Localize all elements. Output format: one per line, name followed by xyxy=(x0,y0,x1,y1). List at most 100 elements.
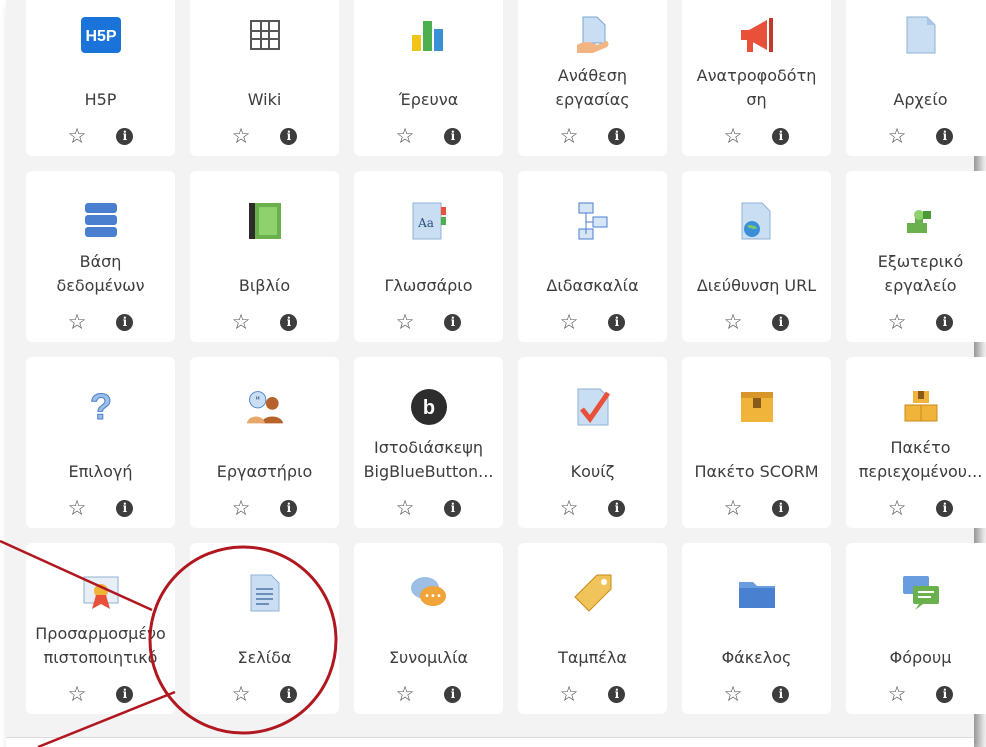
activity-tile[interactable]: Αρχείο ☆ i xyxy=(846,0,986,156)
star-icon[interactable]: ☆ xyxy=(560,125,579,147)
activity-tile[interactable]: Διδασκαλία ☆ i xyxy=(518,171,667,342)
info-icon[interactable]: i xyxy=(444,127,462,145)
activity-tile[interactable]: Φάκελος ☆ i xyxy=(682,543,831,714)
activity-label: H5P xyxy=(84,90,117,109)
activity-label: Έρευνα xyxy=(398,90,459,109)
tile-actions: ☆ i xyxy=(190,496,339,520)
info-icon[interactable]: i xyxy=(444,313,462,331)
activity-tile[interactable]: Έρευνα ☆ i xyxy=(354,0,503,156)
activity-tile[interactable]: Εξωτερικό εργαλείο ☆ i xyxy=(846,171,986,342)
glossary-icon: Aa xyxy=(409,201,449,241)
activity-label: Εξωτερικό εργαλείο xyxy=(877,252,964,295)
info-icon[interactable]: i xyxy=(116,499,134,517)
activity-tile[interactable]: Ταμπέλα ☆ i xyxy=(518,543,667,714)
info-icon[interactable]: i xyxy=(280,313,298,331)
activity-tile[interactable]: Φόρουμ ☆ i xyxy=(846,543,986,714)
info-icon[interactable]: i xyxy=(608,127,626,145)
certificate-icon xyxy=(81,573,121,613)
imscp-icon xyxy=(901,387,941,427)
star-icon[interactable]: ☆ xyxy=(888,683,907,705)
forum-icon xyxy=(901,573,941,613)
activity-tile[interactable]: H5P H5P ☆ i xyxy=(26,0,175,156)
info-icon[interactable]: i xyxy=(936,127,954,145)
star-icon[interactable]: ☆ xyxy=(396,125,415,147)
info-icon[interactable]: i xyxy=(280,685,298,703)
star-icon[interactable]: ☆ xyxy=(724,683,743,705)
folder-icon xyxy=(737,573,777,613)
info-icon[interactable]: i xyxy=(280,127,298,145)
star-icon[interactable]: ☆ xyxy=(888,497,907,519)
star-icon[interactable]: ☆ xyxy=(232,683,251,705)
activity-label: Κουίζ xyxy=(570,462,615,481)
feedback-icon xyxy=(737,15,777,55)
activity-tile[interactable]: Ανατροφοδότη ση ☆ i xyxy=(682,0,831,156)
tile-actions: ☆ i xyxy=(354,124,503,148)
star-icon[interactable]: ☆ xyxy=(560,497,579,519)
activity-tile[interactable]: " Εργαστήριο ☆ i xyxy=(190,357,339,528)
activity-tile[interactable]: ••• Συνομιλία ☆ i xyxy=(354,543,503,714)
star-icon[interactable]: ☆ xyxy=(396,311,415,333)
page-icon xyxy=(245,573,285,613)
info-icon[interactable]: i xyxy=(116,127,134,145)
star-icon[interactable]: ☆ xyxy=(68,683,87,705)
activity-tile[interactable]: b Ιστοδιάσκεψη BigBlueButton... ☆ i xyxy=(354,357,503,528)
activity-tile[interactable]: Κουίζ ☆ i xyxy=(518,357,667,528)
star-icon[interactable]: ☆ xyxy=(232,311,251,333)
activity-tile[interactable]: Πακέτο περιεχομένου... ☆ i xyxy=(846,357,986,528)
star-icon[interactable]: ☆ xyxy=(68,125,87,147)
info-icon[interactable]: i xyxy=(772,313,790,331)
activity-label: Ταμπέλα xyxy=(558,648,627,667)
activity-tile[interactable]: Προσαρμοσμένο πιστοποιητικό ☆ i xyxy=(26,543,175,714)
quiz-icon xyxy=(573,387,613,427)
tile-actions: ☆ i xyxy=(846,682,986,706)
tile-actions: ☆ i xyxy=(518,496,667,520)
activity-tile[interactable]: Wiki ☆ i xyxy=(190,0,339,156)
database-icon xyxy=(81,201,121,241)
star-icon[interactable]: ☆ xyxy=(560,683,579,705)
tile-actions: ☆ i xyxy=(190,682,339,706)
star-icon[interactable]: ☆ xyxy=(396,497,415,519)
info-icon[interactable]: i xyxy=(444,685,462,703)
tile-actions: ☆ i xyxy=(26,496,175,520)
svg-text:b: b xyxy=(422,397,434,419)
star-icon[interactable]: ☆ xyxy=(232,497,251,519)
info-icon[interactable]: i xyxy=(280,499,298,517)
info-icon[interactable]: i xyxy=(772,499,790,517)
activity-tile[interactable]: ? Επιλογή ☆ i xyxy=(26,357,175,528)
activity-tile[interactable]: Σελίδα ☆ i xyxy=(190,543,339,714)
star-icon[interactable]: ☆ xyxy=(724,497,743,519)
tile-actions: ☆ i xyxy=(354,496,503,520)
activity-tile[interactable]: Πακέτο SCORM ☆ i xyxy=(682,357,831,528)
info-icon[interactable]: i xyxy=(116,313,134,331)
info-icon[interactable]: i xyxy=(772,685,790,703)
star-icon[interactable]: ☆ xyxy=(724,125,743,147)
activity-tile[interactable]: Διεύθυνση URL ☆ i xyxy=(682,171,831,342)
star-icon[interactable]: ☆ xyxy=(888,311,907,333)
file-icon xyxy=(901,15,941,55)
info-icon[interactable]: i xyxy=(772,127,790,145)
book-icon xyxy=(245,201,285,241)
activity-tile[interactable]: Aa Γλωσσάριο ☆ i xyxy=(354,171,503,342)
info-icon[interactable]: i xyxy=(608,685,626,703)
tile-actions: ☆ i xyxy=(190,124,339,148)
info-icon[interactable]: i xyxy=(444,499,462,517)
star-icon[interactable]: ☆ xyxy=(68,311,87,333)
star-icon[interactable]: ☆ xyxy=(724,311,743,333)
star-icon[interactable]: ☆ xyxy=(888,125,907,147)
info-icon[interactable]: i xyxy=(116,685,134,703)
survey-icon xyxy=(409,15,449,55)
star-icon[interactable]: ☆ xyxy=(396,683,415,705)
star-icon[interactable]: ☆ xyxy=(560,311,579,333)
activity-tile[interactable]: Ανάθεση εργασίας ☆ i xyxy=(518,0,667,156)
star-icon[interactable]: ☆ xyxy=(232,125,251,147)
info-icon[interactable]: i xyxy=(936,685,954,703)
info-icon[interactable]: i xyxy=(608,313,626,331)
activity-label: Διδασκαλία xyxy=(546,276,639,295)
info-icon[interactable]: i xyxy=(608,499,626,517)
star-icon[interactable]: ☆ xyxy=(68,497,87,519)
activity-tile[interactable]: Βιβλίο ☆ i xyxy=(190,171,339,342)
activity-tile[interactable]: Βάση δεδομένων ☆ i xyxy=(26,171,175,342)
info-icon[interactable]: i xyxy=(936,313,954,331)
info-icon[interactable]: i xyxy=(936,499,954,517)
scorm-icon xyxy=(737,387,777,427)
